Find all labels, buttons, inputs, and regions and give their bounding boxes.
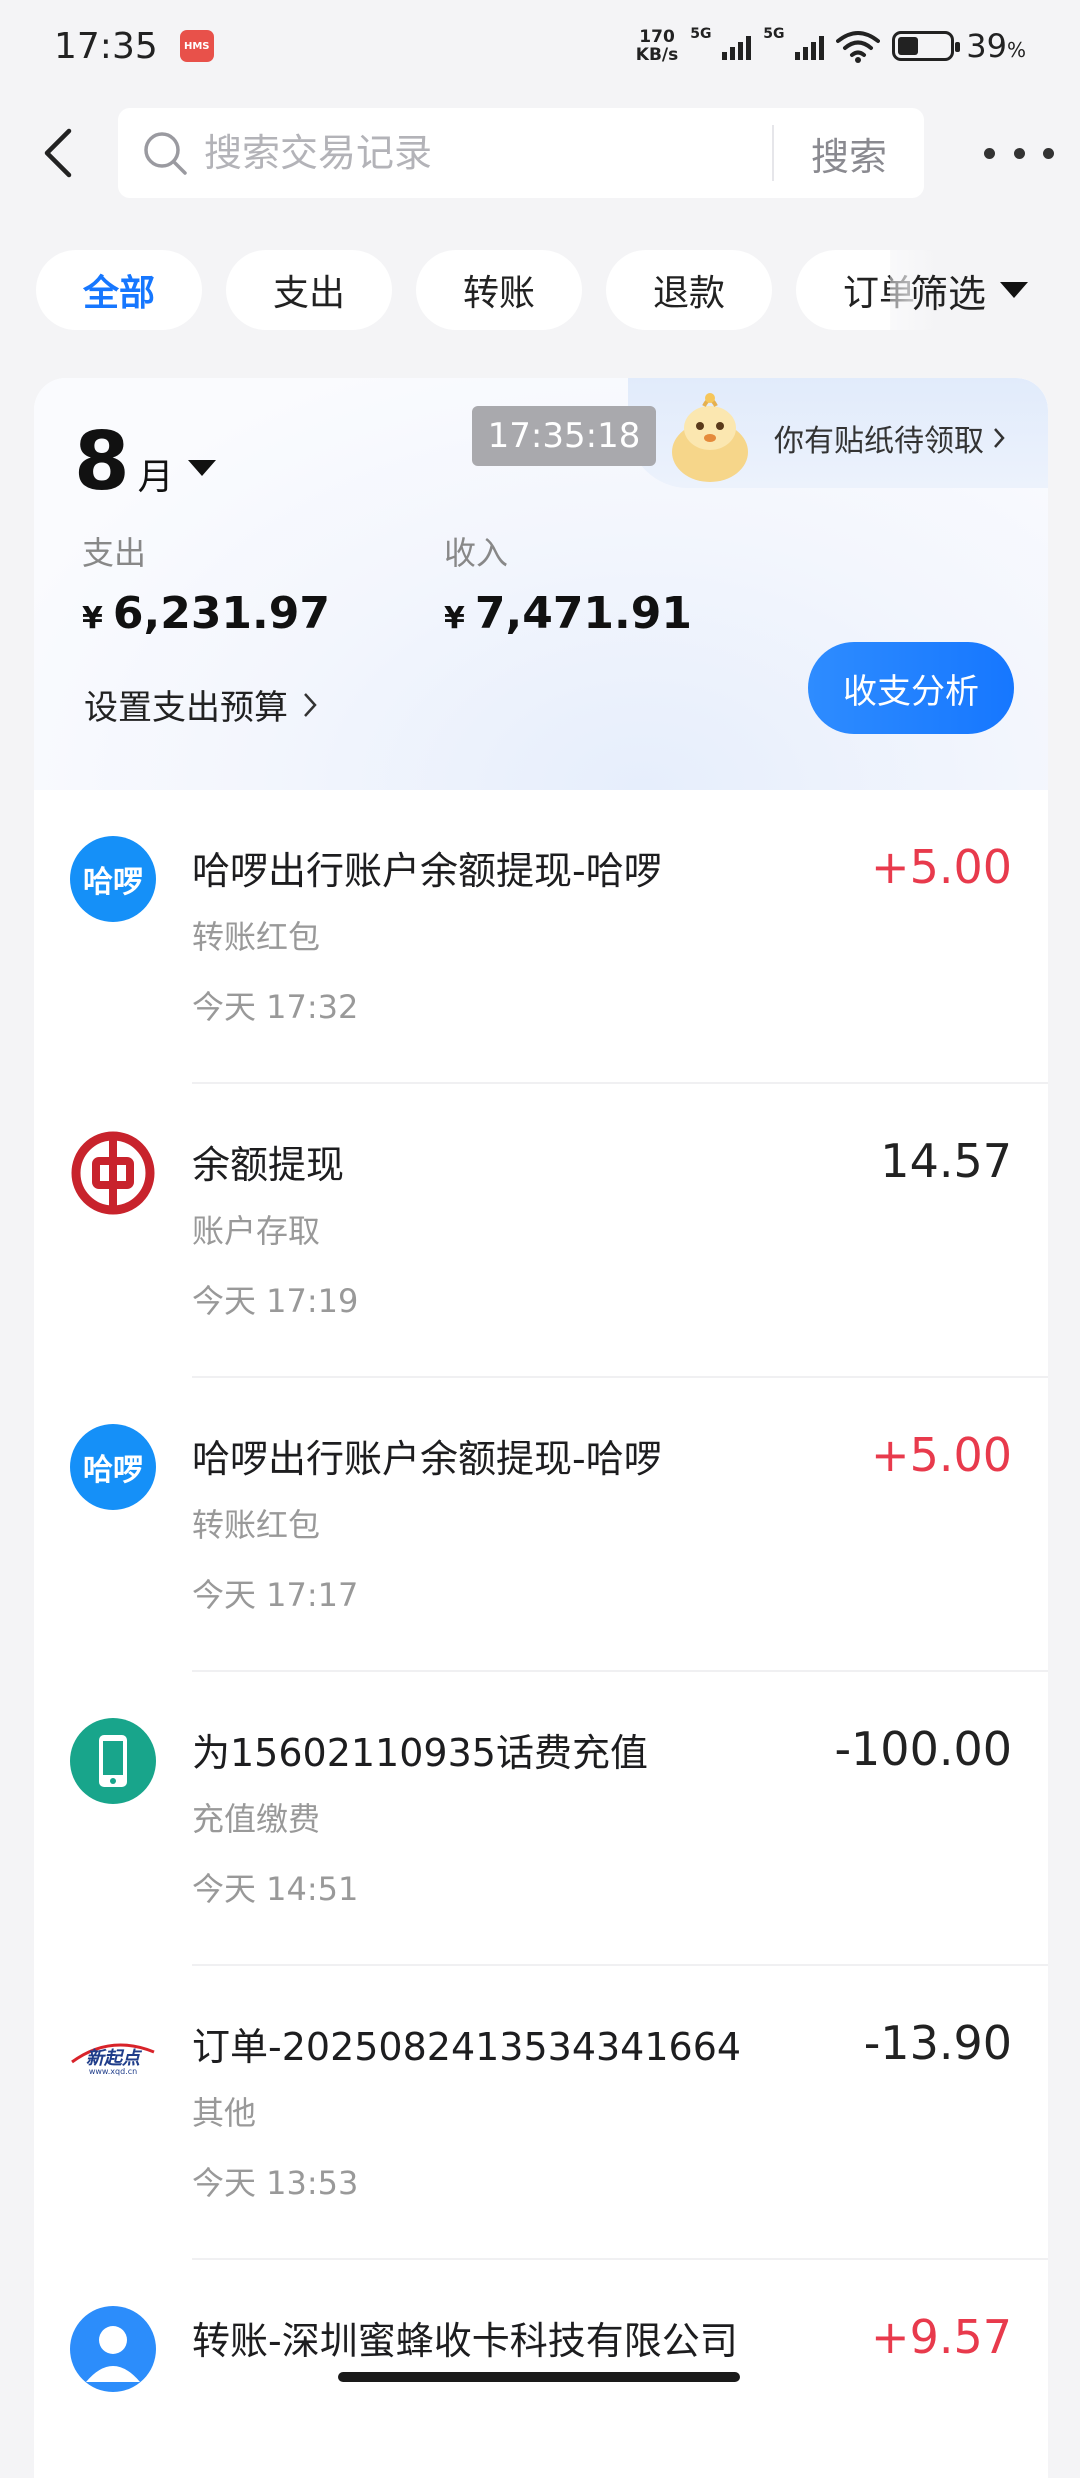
bank-of-china-icon [70, 1130, 156, 1216]
transaction-row[interactable]: 转账-深圳蜜蜂收卡科技有限公司 +9.57 [34, 2260, 1048, 2478]
transaction-row[interactable]: 哈啰 哈啰出行账户余额提现-哈啰 转账红包 今天 17:32 +5.00 [34, 790, 1048, 1084]
chip-all[interactable]: 全部 [36, 250, 202, 330]
chip-refund[interactable]: 退款 [606, 250, 772, 330]
expense-amount: 6,231.97 [112, 588, 330, 639]
expense-currency: ¥ [82, 601, 103, 636]
transaction-time: 今天 17:19 [192, 1282, 359, 1320]
transaction-category: 充值缴费 [192, 1800, 321, 1838]
sticker-text: 你有贴纸待领取 [774, 424, 984, 459]
transaction-row[interactable]: 余额提现 账户存取 今天 17:19 14.57 [34, 1084, 1048, 1378]
wifi-icon [836, 31, 881, 63]
mascot-sticker-icon [672, 393, 748, 482]
transaction-amount: -13.90 [863, 2016, 1012, 2070]
set-budget-link[interactable]: 设置支出预算 [84, 680, 318, 729]
filter-label: 筛选 [910, 271, 987, 316]
income-currency: ¥ [444, 601, 465, 636]
transaction-time: 今天 17:32 [192, 988, 359, 1026]
analysis-button[interactable]: 收支分析 [808, 642, 1014, 734]
network-speed: 170 KB/s [636, 28, 678, 64]
chip-expense[interactable]: 支出 [226, 250, 392, 330]
month-summary: 17:35:18 你有贴纸待领取 8 月 支出 ¥6,231.97 收入 ¥7,… [34, 378, 1048, 790]
transaction-title: 为15602110935话费充值 [192, 1731, 648, 1775]
month-number: 8 [74, 415, 130, 508]
search-button[interactable]: 搜索 [774, 126, 924, 181]
more-dot-icon [984, 147, 995, 159]
month-selector[interactable]: 8 月 [74, 422, 216, 502]
hello-logo-icon: 哈啰 [70, 1424, 156, 1510]
transaction-category: 其他 [192, 2094, 257, 2132]
phone-icon [70, 1718, 156, 1804]
signal-1-icon: 5G [690, 26, 752, 60]
triangle-down-icon [1000, 282, 1029, 298]
xinqidian-logo-icon: 新起点 www.xqd.cn [70, 2012, 156, 2098]
battery-percent: 39% [966, 27, 1026, 65]
transaction-row[interactable]: 新起点 www.xqd.cn 订单-2025082413534341664 其他… [34, 1966, 1048, 2260]
transactions-card: 17:35:18 你有贴纸待领取 8 月 支出 ¥6,231.97 收入 ¥7,… [34, 378, 1048, 2478]
more-dot-icon [1013, 147, 1025, 159]
filter-button[interactable]: 筛选 [890, 250, 1080, 330]
transaction-amount: 14.57 [880, 1134, 1012, 1188]
status-bar: 17:35 HMS 170 KB/s 5G 5G 39% [0, 0, 1080, 92]
battery-icon [892, 31, 961, 61]
transaction-row[interactable]: 为15602110935话费充值 充值缴费 今天 14:51 -100.00 [34, 1672, 1048, 1966]
svg-text:www.xqd.cn: www.xqd.cn [89, 2067, 137, 2076]
income-stat: 收入 ¥7,471.91 [444, 528, 692, 639]
transaction-title: 余额提现 [192, 1143, 345, 1187]
back-button[interactable] [28, 120, 88, 186]
transaction-title: 哈啰出行账户余额提现-哈啰 [192, 849, 662, 893]
hello-logo-icon: 哈啰 [70, 836, 156, 922]
budget-link-label: 设置支出预算 [84, 688, 288, 728]
search-header: 搜索 [0, 108, 1080, 198]
svg-text:新起点: 新起点 [86, 2048, 143, 2069]
transaction-category: 账户存取 [192, 1212, 321, 1250]
home-indicator[interactable] [338, 2372, 740, 2382]
transaction-title: 哈啰出行账户余额提现-哈啰 [192, 1437, 662, 1481]
transaction-time: 今天 17:17 [192, 1576, 359, 1614]
transaction-category: 转账红包 [192, 1506, 321, 1544]
transaction-amount: +9.57 [871, 2310, 1012, 2364]
transaction-amount: -100.00 [834, 1722, 1012, 1776]
hms-badge-icon: HMS [179, 30, 214, 62]
more-dot-icon [1043, 147, 1054, 159]
transaction-category: 转账红包 [192, 918, 321, 956]
status-time: 17:35 [54, 25, 158, 67]
income-label: 收入 [444, 534, 509, 572]
user-avatar-icon [70, 2306, 156, 2392]
expense-stat: 支出 ¥6,231.97 [82, 528, 330, 639]
network-speed-value: 170 [639, 27, 675, 47]
transaction-time: 今天 13:53 [192, 2164, 359, 2202]
expense-label: 支出 [82, 534, 147, 572]
chevron-right-icon [304, 692, 317, 717]
signal-2-label: 5G [763, 26, 785, 42]
chevron-right-icon [994, 428, 1005, 448]
transaction-row[interactable]: 哈啰 哈啰出行账户余额提现-哈啰 转账红包 今天 17:17 +5.00 [34, 1378, 1048, 1672]
more-options-button[interactable] [984, 128, 1054, 178]
sticker-claim-link[interactable]: 你有贴纸待领取 [774, 416, 1006, 460]
signal-2-icon: 5G [763, 26, 825, 60]
transaction-title: 订单-2025082413534341664 [192, 2025, 742, 2069]
chip-transfer[interactable]: 转账 [416, 250, 582, 330]
triangle-down-icon [187, 460, 216, 476]
chevron-left-icon [44, 128, 72, 178]
search-input[interactable] [204, 131, 724, 175]
transaction-amount: +5.00 [871, 1428, 1012, 1482]
network-speed-unit: KB/s [635, 45, 679, 65]
search-box[interactable]: 搜索 [118, 108, 924, 198]
transaction-time: 今天 14:51 [192, 1870, 359, 1908]
battery-level [898, 37, 918, 55]
signal-1-label: 5G [690, 26, 712, 42]
month-unit: 月 [137, 457, 174, 498]
transaction-title: 转账-深圳蜜蜂收卡科技有限公司 [192, 2319, 738, 2363]
transaction-amount: +5.00 [871, 840, 1012, 894]
income-amount: 7,471.91 [474, 588, 692, 639]
search-icon [144, 132, 187, 175]
timestamp-badge: 17:35:18 [472, 406, 656, 466]
